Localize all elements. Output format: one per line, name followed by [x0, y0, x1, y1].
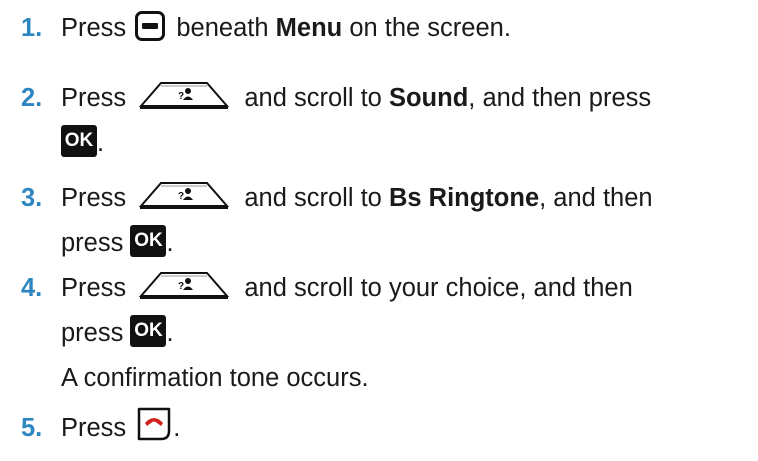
step-text: and scroll to: [244, 184, 382, 212]
menu-label: Menu: [275, 14, 343, 42]
step-text: .: [97, 129, 105, 157]
navigation-key-icon: ?: [139, 180, 230, 210]
step-text: press: [61, 319, 124, 347]
navigation-key-icon: ?: [139, 80, 230, 110]
step-text: Press: [61, 14, 127, 42]
navigation-key-icon: ?: [139, 270, 230, 300]
menu-softkey-icon: [135, 11, 166, 42]
end-call-key-icon: [135, 405, 173, 443]
svg-text:?: ?: [178, 191, 184, 202]
instructions-page: 1. Press beneath Menu on the screen. 2. …: [0, 0, 758, 461]
step-text: and scroll to your choice, and then: [244, 274, 633, 302]
ok-key-label: OK: [134, 230, 163, 252]
step-number: 4.: [21, 274, 43, 302]
step-text: press: [61, 229, 124, 257]
step-3: 3. Press ? and scroll to Bs Ringtone, an…: [21, 176, 741, 266]
step-2: 2. Press ? and scroll to Sound, and then…: [21, 76, 741, 166]
step-text: Press: [61, 84, 127, 112]
svg-text:?: ?: [178, 281, 184, 292]
step-text: Press: [61, 414, 127, 442]
step-1: 1. Press beneath Menu on the screen.: [21, 6, 741, 51]
step-number: 1.: [21, 14, 43, 42]
step-text: Press: [61, 184, 127, 212]
step-4: 4. Press ? and scroll to your choice, an…: [21, 266, 741, 401]
step-text: and scroll to: [244, 84, 382, 112]
svg-text:?: ?: [178, 91, 184, 102]
step-text: , and then press: [468, 84, 652, 112]
step-text: Press: [61, 274, 127, 302]
step-number: 5.: [21, 414, 43, 442]
step-text: .: [173, 414, 181, 442]
step-number: 3.: [21, 184, 43, 212]
bs-ringtone-label: Bs Ringtone: [388, 184, 540, 212]
step-text: .: [166, 319, 174, 347]
step-text: , and then: [539, 184, 653, 212]
step-text: .: [166, 229, 174, 257]
sound-label: Sound: [388, 84, 469, 112]
step-text: beneath: [176, 14, 269, 42]
step-5: 5. Press .: [21, 406, 741, 451]
ok-key-label: OK: [134, 320, 163, 342]
step-number: 2.: [21, 84, 43, 112]
ok-key-icon: OK: [130, 225, 167, 258]
step-text: on the screen.: [349, 14, 511, 42]
confirmation-note: A confirmation tone occurs.: [61, 364, 369, 392]
ok-key-label: OK: [64, 130, 94, 152]
ok-key-icon: OK: [130, 315, 167, 348]
ok-key-icon: OK: [61, 125, 97, 158]
